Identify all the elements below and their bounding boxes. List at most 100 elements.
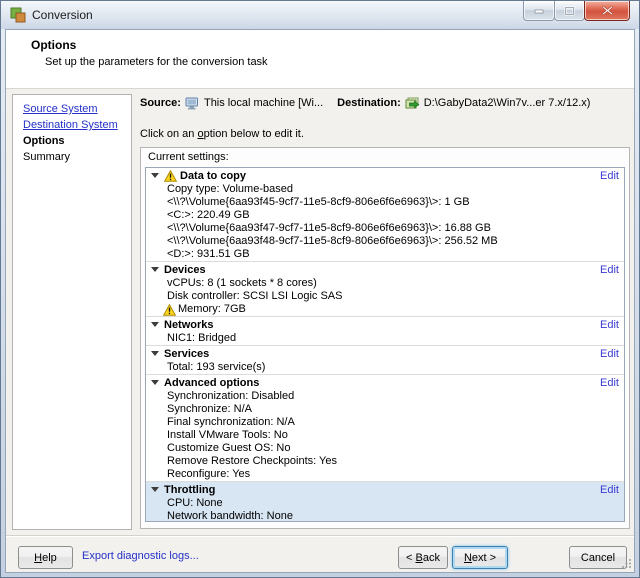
minimize-button[interactable] (523, 1, 555, 21)
setting-line-text: Network bandwidth: None (167, 510, 293, 522)
setting-line-text: <C:>: 220.49 GB (167, 209, 250, 221)
sidebar-item-options: Options (23, 135, 65, 147)
page-title: Options (31, 38, 77, 52)
section-header-devices[interactable]: Devices Edit (146, 261, 624, 277)
setting-line-text: Copy type: Volume-based (167, 183, 293, 195)
setting-line: Copy type: Volume-based (146, 183, 624, 196)
setting-line-text: Synchronization: Disabled (167, 390, 295, 402)
current-settings-panel: Current settings: Data to copy Edit Copy t… (140, 147, 630, 529)
setting-line-text: Total: 193 service(s) (167, 361, 266, 373)
setting-line: NIC1: Bridged (146, 332, 624, 345)
resize-grip[interactable] (622, 555, 632, 573)
sidebar-item-destination-system[interactable]: Destination System (23, 117, 131, 133)
edit-link-throttling[interactable]: Edit (600, 484, 624, 496)
next-accel: N (463, 551, 472, 564)
sidebar-item-source-system[interactable]: Source System (23, 101, 131, 117)
setting-line: Memory: 7GB (146, 303, 624, 316)
instruction-pre: Click on an (140, 128, 198, 140)
setting-line: Synchronization: Disabled (146, 390, 624, 403)
conversion-window: Conversion Options Set up the parameters… (0, 0, 640, 578)
setting-line: <C:>: 220.49 GB (146, 209, 624, 222)
setting-line: Reconfigure: Yes (146, 468, 624, 481)
section-throttling: Throttling Edit CPU: None Network bandwidth… (146, 481, 624, 522)
section-title-networks: Networks (164, 318, 214, 331)
edit-link-networks[interactable]: Edit (600, 319, 624, 331)
section-header-advanced-options[interactable]: Advanced options Edit (146, 374, 624, 390)
footer-bar: Help Export diagnostic logs... < Back Ne… (6, 535, 634, 575)
setting-line-text: NIC1: Bridged (167, 332, 237, 344)
setting-line: vCPUs: 8 (1 sockets * 8 cores) (146, 277, 624, 290)
collapse-arrow-icon (151, 380, 159, 385)
vm-destination-icon (405, 97, 420, 110)
setting-line: CPU: None (146, 497, 624, 510)
edit-link-devices[interactable]: Edit (600, 264, 624, 276)
setting-line: Final synchronization: N/A (146, 416, 624, 429)
setting-line: Synchronize: N/A (146, 403, 624, 416)
section-header-throttling[interactable]: Throttling Edit (146, 481, 624, 497)
section-title-services: Services (164, 347, 210, 360)
setting-line-text: <\\?\Volume{6aa93f48-9cf7-11e5-8cf9-806e… (167, 235, 498, 247)
section-header-networks[interactable]: Networks Edit (146, 316, 624, 332)
source-label: Source: (140, 97, 181, 109)
section-title-throttling: Throttling (164, 483, 216, 496)
maximize-button[interactable] (554, 1, 585, 21)
setting-line: <\\?\Volume{6aa93f48-9cf7-11e5-8cf9-806e… (146, 235, 624, 248)
back-button[interactable]: < Back (398, 546, 448, 569)
cancel-button[interactable]: Cancel (569, 546, 627, 569)
settings-list: Data to copy Edit Copy type: Volume-based <… (145, 167, 625, 522)
section-advanced-options: Advanced options Edit Synchronization: Dis… (146, 374, 624, 481)
warning-icon (164, 169, 177, 182)
section-title-devices: Devices (164, 263, 206, 276)
setting-line-text: vCPUs: 8 (1 sockets * 8 cores) (167, 277, 317, 289)
current-settings-label: Current settings: (148, 151, 229, 163)
help-accel: H (34, 551, 43, 564)
setting-line-text: Memory: 7GB (178, 303, 246, 315)
sidebar-item-summary: Summary (23, 151, 71, 163)
instruction-text: Click on an option below to edit it. (140, 128, 304, 140)
setting-line-text: Synchronize: N/A (167, 403, 252, 415)
help-button[interactable]: Help (18, 546, 73, 569)
destination-label: Destination: (337, 97, 401, 109)
back-pre: < (406, 551, 416, 564)
edit-link-services[interactable]: Edit (600, 348, 624, 360)
setting-line-text: Customize Guest OS: No (167, 442, 291, 454)
summary-bar: Source: This local machine [Wi... Destin… (140, 94, 628, 112)
setting-line: <\\?\Volume{6aa93f47-9cf7-11e5-8cf9-806e… (146, 222, 624, 235)
section-header-services[interactable]: Services Edit (146, 345, 624, 361)
setting-line: Disk controller: SCSI LSI Logic SAS (146, 290, 624, 303)
help-post: elp (42, 551, 57, 564)
export-diagnostic-logs-link[interactable]: Export diagnostic logs... (82, 550, 199, 562)
next-button[interactable]: Next > (452, 546, 508, 569)
back-post: ack (422, 551, 440, 564)
setting-line-text: Disk controller: SCSI LSI Logic SAS (167, 290, 343, 302)
section-header-data-to-copy[interactable]: Data to copy Edit (146, 168, 624, 183)
setting-line: Customize Guest OS: No (146, 442, 624, 455)
edit-link-data-to-copy[interactable]: Edit (600, 170, 624, 182)
wizard-header: Options Set up the parameters for the co… (6, 30, 634, 89)
setting-line: Total: 193 service(s) (146, 361, 624, 374)
next-post: ext > (471, 551, 497, 564)
close-icon[interactable] (584, 1, 630, 21)
setting-line: Remove Restore Checkpoints: Yes (146, 455, 624, 468)
collapse-arrow-icon (151, 322, 159, 327)
page-subtitle: Set up the parameters for the conversion… (45, 56, 268, 68)
setting-line-text: Final synchronization: N/A (167, 416, 295, 428)
converter-app-icon (10, 7, 26, 23)
setting-line-text: CPU: None (167, 497, 223, 509)
setting-line-text: <\\?\Volume{6aa93f47-9cf7-11e5-8cf9-806e… (167, 222, 491, 234)
section-services: Services Edit Total: 193 service(s) (146, 345, 624, 374)
computer-icon (185, 97, 200, 110)
section-data-to-copy: Data to copy Edit Copy type: Volume-based <… (146, 168, 624, 261)
titlebar: Conversion (1, 1, 639, 29)
edit-link-advanced-options[interactable]: Edit (600, 377, 624, 389)
section-title-data-to-copy: Data to copy (180, 169, 247, 182)
instruction-post: ption below to edit it. (203, 128, 304, 140)
source-value: This local machine [Wi... (203, 97, 324, 109)
collapse-arrow-icon (151, 351, 159, 356)
window-title: Conversion (32, 8, 93, 22)
warning-icon (163, 303, 176, 316)
setting-line-text: <\\?\Volume{6aa93f45-9cf7-11e5-8cf9-806e… (167, 196, 470, 208)
setting-line-text: <D:>: 931.51 GB (167, 248, 250, 260)
setting-line-text: Reconfigure: Yes (167, 468, 251, 480)
setting-line: Install VMware Tools: No (146, 429, 624, 442)
